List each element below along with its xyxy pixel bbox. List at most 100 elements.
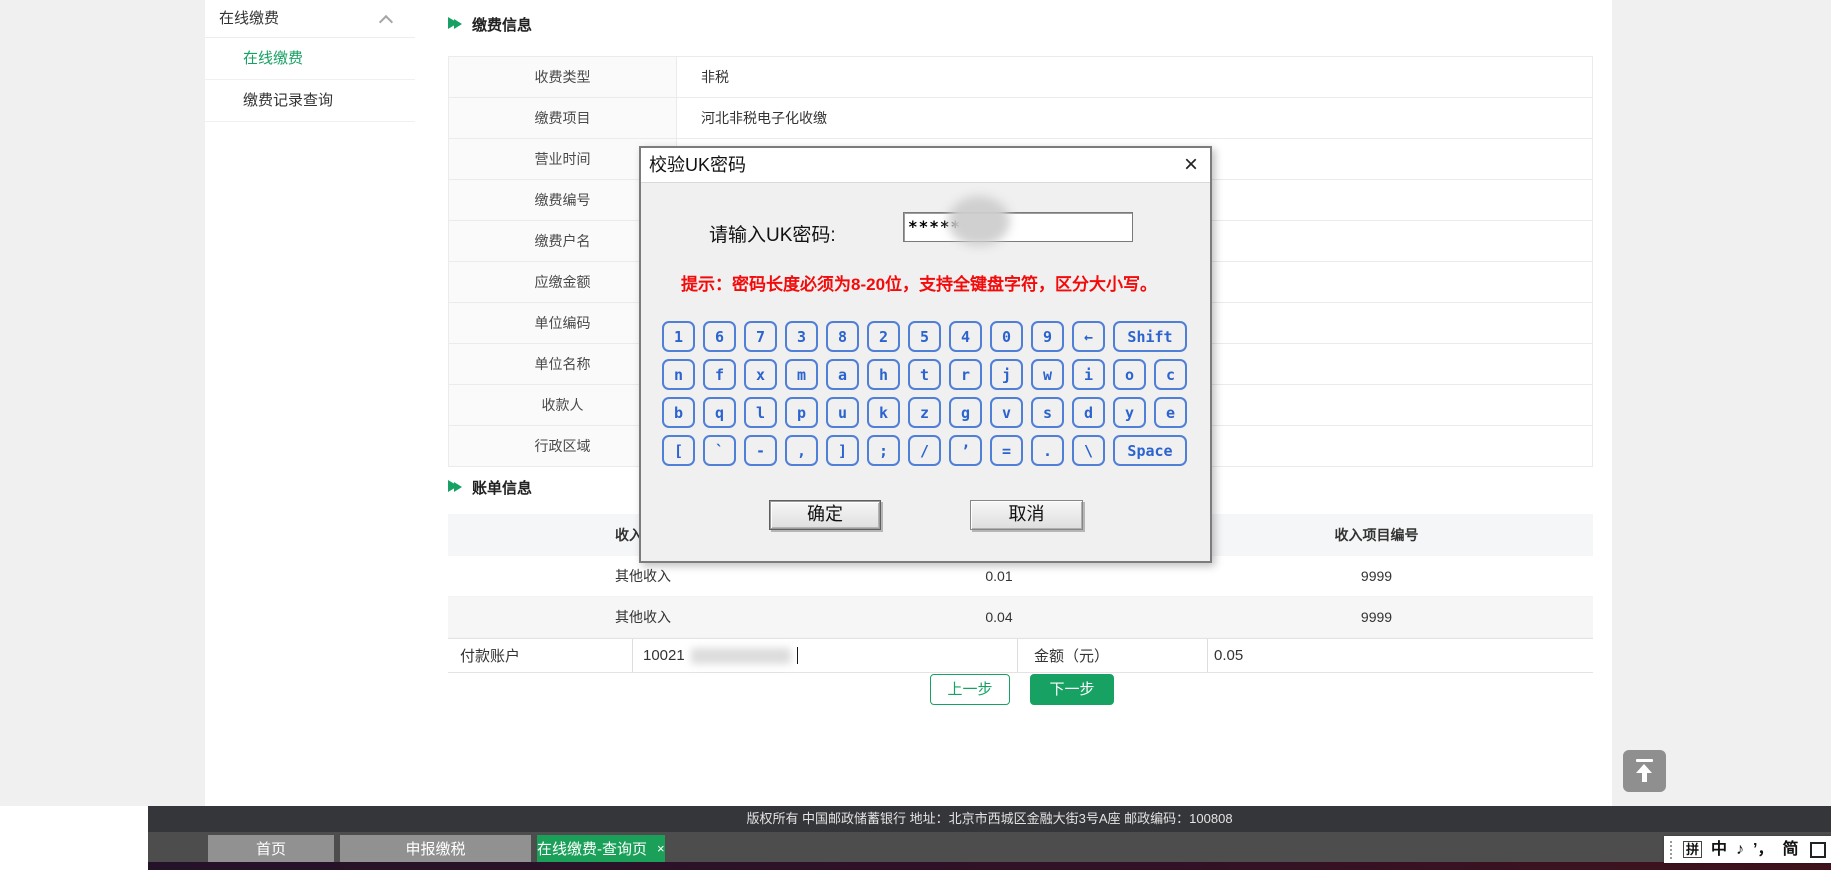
tab-label: 首页	[256, 838, 286, 859]
virtual-key[interactable]: u	[826, 397, 859, 428]
sidebar-item[interactable]: 在线缴费	[205, 38, 415, 80]
account-number-redaction	[691, 648, 791, 664]
virtual-key[interactable]: s	[1031, 397, 1064, 428]
virtual-key[interactable]: b	[662, 397, 695, 428]
tab-label: 申报缴税	[405, 838, 465, 859]
virtual-key[interactable]: 3	[785, 321, 818, 352]
virtual-key[interactable]: ]	[826, 435, 859, 466]
ime-icon[interactable]: ♪	[1736, 842, 1744, 858]
next-step-button[interactable]: 下一步	[1030, 674, 1114, 705]
virtual-key[interactable]: j	[990, 359, 1023, 390]
virtual-key[interactable]: z	[908, 397, 941, 428]
ime-drag-handle[interactable]	[1670, 841, 1674, 859]
uk-password-dialog: 校验UK密码 × 请输入UK密码: ***** 提示：密码长度必须为8-20位，…	[639, 146, 1212, 563]
virtual-key[interactable]: 5	[908, 321, 941, 352]
virtual-key[interactable]: g	[949, 397, 982, 428]
bill-info-title: 账单信息	[472, 477, 532, 498]
virtual-key[interactable]: ;	[867, 435, 900, 466]
virtual-key[interactable]: -	[744, 435, 777, 466]
ime-partial-icon	[1810, 842, 1826, 858]
section-arrow-icon	[448, 479, 462, 496]
virtual-key[interactable]: p	[785, 397, 818, 428]
virtual-key[interactable]: c	[1154, 359, 1187, 390]
virtual-key[interactable]: a	[826, 359, 859, 390]
virtual-key[interactable]: v	[990, 397, 1023, 428]
section-arrow-icon	[448, 16, 462, 33]
ime-toolbar: 拼中 ♪ ’， 简	[1664, 836, 1831, 863]
virtual-key[interactable]: k	[867, 397, 900, 428]
payment-account-row: 付款账户 10021 金额（元） 0.05	[448, 638, 1593, 673]
taskbar-tab[interactable]: 申报缴税	[340, 835, 531, 862]
account-number-prefix: 10021	[643, 647, 685, 664]
tab-close-icon[interactable]: ×	[657, 841, 665, 856]
virtual-key[interactable]: d	[1072, 397, 1105, 428]
ime-icon[interactable]: 中	[1711, 842, 1727, 858]
virtual-key[interactable]: 0	[990, 321, 1023, 352]
virtual-key[interactable]: 6	[703, 321, 736, 352]
row-value: 河北非税电子化收缴	[677, 98, 1592, 138]
desktop-wallpaper-strip	[148, 862, 1831, 870]
close-icon[interactable]: ×	[1184, 150, 1198, 180]
virtual-key[interactable]: /	[908, 435, 941, 466]
virtual-key[interactable]: r	[949, 359, 982, 390]
virtual-key[interactable]: w	[1031, 359, 1064, 390]
taskbar: 首页 申报缴税 在线缴费-查询页 ×	[148, 832, 1831, 862]
uk-password-input[interactable]: *****	[903, 212, 1133, 242]
ime-icons: 拼中 ♪ ’， 简	[1683, 841, 1799, 858]
bill-info-header: 账单信息	[448, 477, 532, 498]
virtual-key[interactable]: \	[1072, 435, 1105, 466]
password-input-label: 请输入UK密码:	[709, 220, 836, 247]
payment-account-label: 付款账户	[448, 639, 632, 672]
table-row: 缴费项目 河北非税电子化收缴	[449, 98, 1592, 139]
row-value: 非税	[677, 57, 1592, 97]
virtual-key[interactable]: t	[908, 359, 941, 390]
virtual-key[interactable]: l	[744, 397, 777, 428]
virtual-key[interactable]: [	[662, 435, 695, 466]
sidebar: 在线缴费 缴费记录查询	[205, 38, 415, 122]
virtual-key[interactable]: ←	[1072, 321, 1105, 352]
virtual-key[interactable]: x	[744, 359, 777, 390]
ime-icon[interactable]: 简	[1782, 842, 1798, 858]
virtual-key[interactable]: o	[1113, 359, 1146, 390]
virtual-key[interactable]: =	[990, 435, 1023, 466]
ok-button[interactable]: 确定	[769, 500, 881, 530]
virtual-key[interactable]: y	[1113, 397, 1146, 428]
sidebar-item[interactable]: 缴费记录查询	[205, 80, 415, 122]
virtual-key[interactable]: 1	[662, 321, 695, 352]
previous-step-button[interactable]: 上一步	[930, 674, 1010, 705]
taskbar-tab[interactable]: 在线缴费-查询页 ×	[537, 835, 665, 862]
virtual-keyboard: 1673825409 ← Shift nfxmahtrjwioc bqlpukzgv…	[662, 321, 1191, 473]
virtual-key[interactable]: 8	[826, 321, 859, 352]
cancel-button[interactable]: 取消	[970, 500, 1083, 530]
ime-icon[interactable]: ’，	[1753, 842, 1773, 858]
income-item: 其他收入	[448, 597, 838, 637]
virtual-key[interactable]: f	[703, 359, 736, 390]
virtual-key[interactable]: i	[1072, 359, 1105, 390]
sidebar-group-label: 在线缴费	[219, 10, 279, 27]
scroll-to-top-button[interactable]	[1623, 750, 1666, 792]
taskbar-tab[interactable]: 首页	[208, 835, 334, 862]
virtual-key[interactable]: ,	[785, 435, 818, 466]
payment-account-field[interactable]: 10021	[632, 639, 1018, 672]
virtual-key[interactable]: 4	[949, 321, 982, 352]
virtual-key[interactable]: `	[703, 435, 736, 466]
keyboard-row-2: nfxmahtrjwioc	[662, 359, 1191, 390]
virtual-key[interactable]: Space	[1113, 435, 1187, 466]
text-cursor	[797, 647, 799, 664]
virtual-key[interactable]: n	[662, 359, 695, 390]
virtual-key[interactable]: h	[867, 359, 900, 390]
sidebar-group-online-payment[interactable]: 在线缴费	[205, 0, 415, 38]
income-item-code: 9999	[1160, 556, 1593, 596]
virtual-key[interactable]: ’	[949, 435, 982, 466]
dialog-title: 校验UK密码	[649, 155, 746, 175]
virtual-key[interactable]: Shift	[1113, 321, 1187, 352]
virtual-key[interactable]: .	[1031, 435, 1064, 466]
ime-icon[interactable]: 拼	[1683, 841, 1702, 858]
virtual-key[interactable]: m	[785, 359, 818, 390]
virtual-key[interactable]: 9	[1031, 321, 1064, 352]
payment-info-header: 缴费信息	[448, 14, 532, 35]
virtual-key[interactable]: q	[703, 397, 736, 428]
virtual-key[interactable]: 2	[867, 321, 900, 352]
virtual-key[interactable]: 7	[744, 321, 777, 352]
virtual-key[interactable]: e	[1154, 397, 1187, 428]
